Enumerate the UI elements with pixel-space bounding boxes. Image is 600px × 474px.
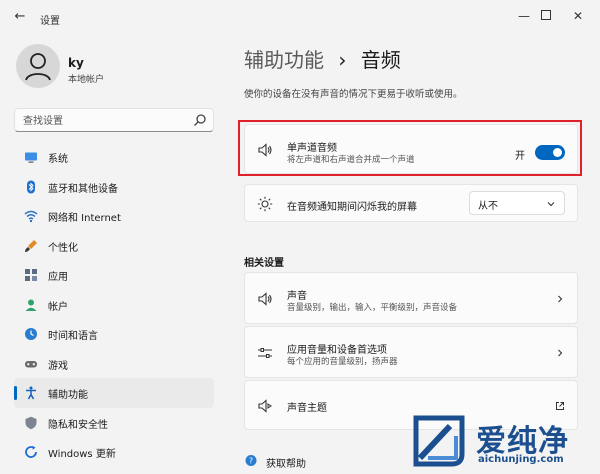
select-value: 从不 [478,201,498,212]
brush-icon [25,239,37,252]
external-link-icon [556,402,564,410]
related-item-subtitle: 音量级别，输出，输入，平衡级别，声音设备 [287,303,458,313]
maximize-icon[interactable] [534,6,558,26]
monitor-icon [25,152,37,163]
brightness-icon [257,196,273,212]
related-item-title: 应用音量和设备首选项 [287,345,387,356]
update-icon [25,445,37,458]
sidebar-item-label: 帐户 [48,301,68,313]
gamepad-icon [25,360,37,367]
sidebar-item-personalization[interactable]: 个性化 [14,231,214,261]
sidebar-item-label: 蓝牙和其他设备 [48,183,118,195]
sidebar-item-label: 游戏 [48,360,68,372]
page-description: 使你的设备在没有声音的情况下更易于收听或使用。 [244,89,463,100]
speaker-icon [258,292,272,306]
related-item-subtitle: 每个应用的音量级别，扬声器 [287,357,398,367]
bluetooth-icon [27,180,35,193]
sidebar-item-system[interactable]: 系统 [14,142,214,172]
sidebar-item-accounts[interactable]: 帐户 [14,290,214,320]
svg-text:?: ? [249,457,253,466]
sidebar-item-accessibility[interactable]: 辅助功能 [14,378,214,408]
flash-screen-select[interactable]: 从不 [469,191,565,215]
related-item-title: 声音主题 [287,403,327,414]
apps-icon [25,269,37,281]
related-item-title: 声音 [287,291,307,302]
sidebar-item-apps[interactable]: 应用 [14,260,214,290]
sidebar-item-windows-update[interactable]: Windows 更新 [14,437,214,467]
watermark: 爱纯净 aichunjing.com [406,414,596,472]
sidebar-item-label: 应用 [48,272,68,283]
related-item-app-volume[interactable]: 应用音量和设备首选项 每个应用的音量级别，扬声器 [244,326,578,378]
chevron-right-icon [558,349,563,357]
sidebar-item-label: 隐私和安全性 [48,419,108,431]
related-item-sound[interactable]: 声音 音量级别，输出，输入，平衡级别，声音设备 [244,272,578,324]
get-help-label: 获取帮助 [266,459,306,470]
search-box[interactable] [14,108,214,132]
flash-screen-card: 在音频通知期间闪烁我的屏幕 从不 [244,184,578,222]
sidebar-nav: 系统 蓝牙和其他设备 网络和 Internet 个性化 应用 帐户 时间和语言 … [14,142,214,467]
sidebar-item-label: 个性化 [48,242,78,254]
sidebar-item-network[interactable]: 网络和 Internet [14,201,214,231]
chevron-down-icon [547,202,555,207]
user-silhouette-icon [25,53,51,81]
sidebar-item-time-language[interactable]: 时间和语言 [14,319,214,349]
sidebar-item-gaming[interactable]: 游戏 [14,349,214,379]
back-arrow-icon[interactable]: ← [12,9,28,25]
account-type: 本地帐户 [68,75,105,85]
watermark-url: aichunjing.com [478,454,564,465]
related-settings-heading: 相关设置 [244,258,284,269]
account-icon [25,299,37,311]
sidebar-item-bluetooth[interactable]: 蓝牙和其他设备 [14,172,214,202]
avatar [16,44,60,88]
window-title: 设置 [40,16,60,27]
watermark-logo-icon [413,415,465,467]
title-bar: ← 设置 — ✕ [0,0,600,34]
wifi-icon [24,210,38,223]
page-title: 辅助功能 › 音频 [244,44,401,73]
clock-globe-icon [25,328,37,340]
sidebar-item-label: Windows 更新 [48,449,116,460]
sidebar-item-label: 时间和语言 [48,331,98,342]
breadcrumb-current: 音频 [360,48,401,72]
breadcrumb-parent[interactable]: 辅助功能 [244,48,324,72]
chevron-right-icon [558,295,563,303]
minimize-icon[interactable]: — [512,6,536,26]
help-chat-icon: ? [245,455,257,466]
flash-screen-title: 在音频通知期间闪烁我的屏幕 [287,202,417,213]
sidebar-item-label: 系统 [48,154,68,165]
close-icon[interactable]: ✕ [566,6,590,26]
sidebar-item-privacy[interactable]: 隐私和安全性 [14,408,214,438]
sidebar-item-label: 辅助功能 [48,390,88,401]
search-input[interactable] [23,113,193,129]
user-name: ky [68,56,84,70]
sidebar-item-label: 网络和 Internet [48,213,121,224]
accessibility-icon [26,386,36,400]
breadcrumb-separator: › [338,48,347,72]
shield-icon [25,416,37,429]
sound-theme-icon [258,399,272,413]
search-icon[interactable] [193,113,207,127]
highlight-box [238,120,582,176]
mixer-icon [258,348,272,358]
